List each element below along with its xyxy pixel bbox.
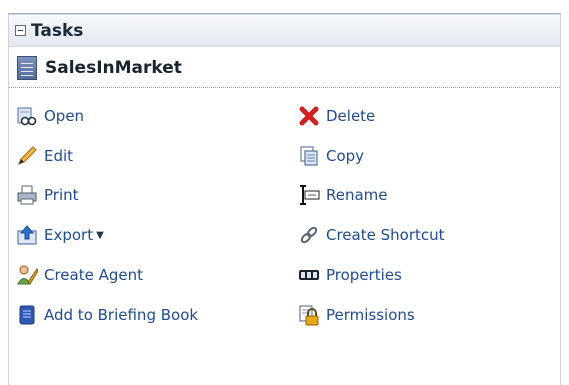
task-label: Add to Briefing Book	[44, 306, 199, 324]
object-title: SalesInMarket	[45, 57, 182, 78]
task-label: Create Agent	[44, 266, 144, 284]
task-create-shortcut[interactable]: Create Shortcut	[298, 221, 445, 249]
task-label: Rename	[326, 186, 388, 204]
properties-icon	[298, 264, 320, 286]
print-icon	[16, 184, 38, 206]
edit-icon	[16, 145, 38, 167]
rename-icon	[298, 184, 320, 206]
task-edit[interactable]: Edit	[16, 142, 73, 170]
panel-title: Tasks	[31, 20, 84, 41]
task-label: Permissions	[326, 306, 415, 324]
task-print[interactable]: Print	[16, 181, 79, 209]
task-label: Print	[44, 186, 79, 204]
agent-icon	[16, 264, 38, 286]
task-properties[interactable]: Properties	[298, 261, 402, 289]
document-icon	[17, 55, 37, 80]
task-copy[interactable]: Copy	[298, 142, 364, 170]
task-label: Copy	[326, 147, 365, 165]
task-label: Create Shortcut	[326, 226, 445, 244]
task-label: Edit	[44, 147, 74, 165]
copy-icon	[298, 145, 320, 167]
task-rename[interactable]: Rename	[298, 181, 388, 209]
task-delete[interactable]: Delete	[298, 102, 375, 130]
collapse-icon[interactable]	[15, 25, 26, 36]
export-icon	[16, 224, 38, 246]
object-row: SalesInMarket	[9, 48, 560, 88]
chevron-down-icon[interactable]: ▼	[96, 230, 104, 241]
task-permissions[interactable]: Permissions	[298, 301, 415, 329]
task-label: Export	[44, 226, 94, 244]
task-label: Delete	[326, 107, 376, 125]
tasks-header[interactable]: Tasks	[9, 15, 560, 47]
delete-icon	[298, 105, 320, 127]
open-icon	[16, 105, 38, 127]
permissions-icon	[298, 304, 320, 326]
briefing-book-icon	[16, 304, 38, 326]
task-export[interactable]: Export ▼	[16, 221, 104, 249]
task-create-agent[interactable]: Create Agent	[16, 261, 143, 289]
task-add-to-briefing-book[interactable]: Add to Briefing Book	[16, 301, 198, 329]
shortcut-icon	[298, 224, 320, 246]
task-label: Properties	[326, 266, 402, 284]
task-label: Open	[44, 107, 85, 125]
task-open[interactable]: Open	[16, 102, 84, 130]
